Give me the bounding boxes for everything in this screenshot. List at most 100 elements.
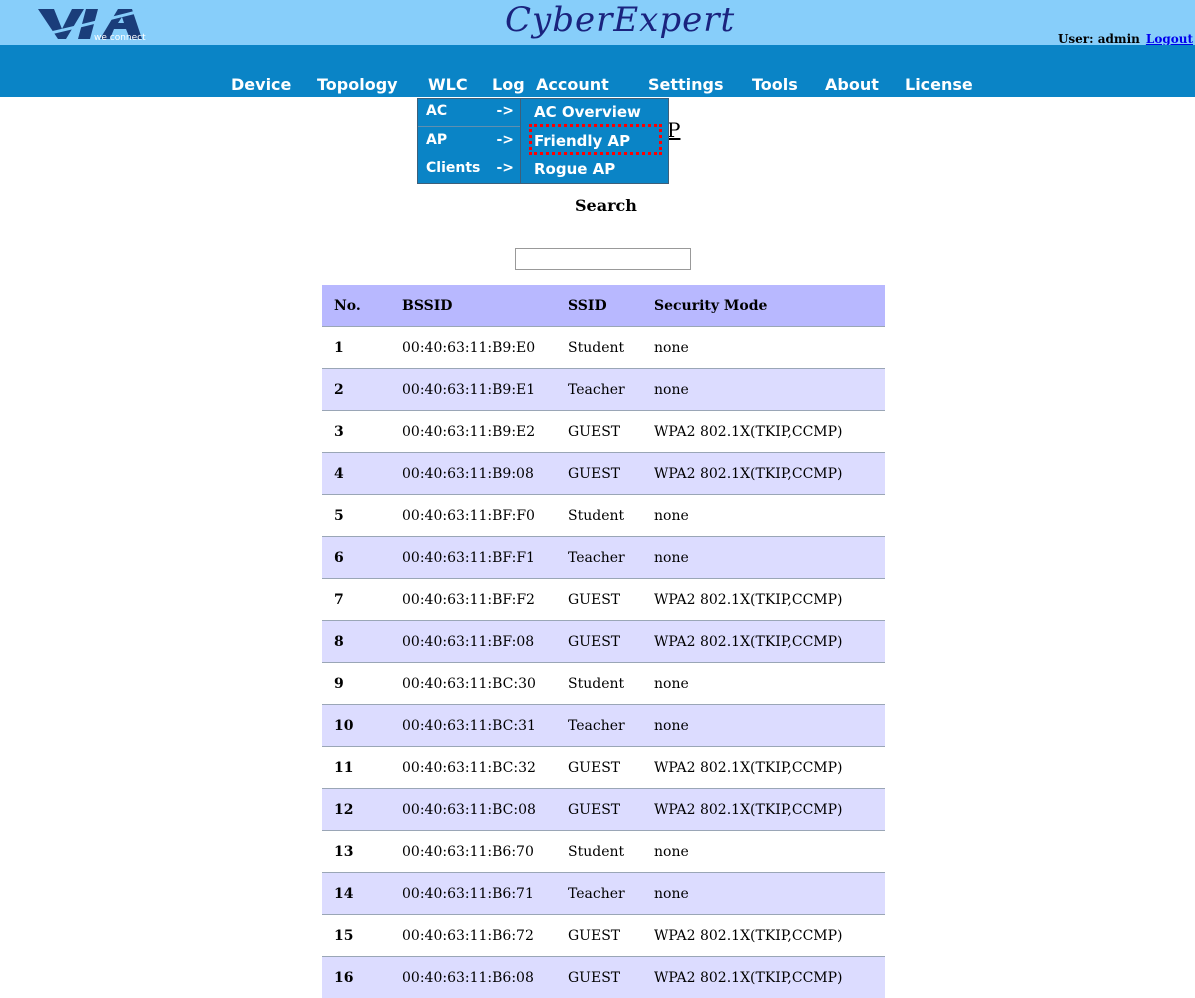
cell-no: 7 bbox=[322, 579, 402, 621]
cell-bssid: 00:40:63:11:BC:32 bbox=[402, 747, 568, 789]
menu-item-ap-label: AP bbox=[426, 132, 447, 148]
cell-ssid: GUEST bbox=[568, 789, 654, 831]
cell-security-mode: WPA2 802.1X(TKIP,CCMP) bbox=[654, 747, 885, 789]
cell-no: 6 bbox=[322, 537, 402, 579]
cell-ssid: Teacher bbox=[568, 873, 654, 915]
menu-item-clients[interactable]: Clients -> bbox=[426, 160, 518, 176]
table-row[interactable]: 1200:40:63:11:BC:08GUESTWPA2 802.1X(TKIP… bbox=[322, 789, 885, 831]
table-row[interactable]: 400:40:63:11:B9:08GUESTWPA2 802.1X(TKIP,… bbox=[322, 453, 885, 495]
col-ssid[interactable]: SSID bbox=[568, 285, 654, 327]
cell-bssid: 00:40:63:11:B9:E2 bbox=[402, 411, 568, 453]
cell-security-mode: none bbox=[654, 495, 885, 537]
cell-no: 2 bbox=[322, 369, 402, 411]
cell-ssid: GUEST bbox=[568, 621, 654, 663]
cell-security-mode: WPA2 802.1X(TKIP,CCMP) bbox=[654, 579, 885, 621]
table-row[interactable]: 1300:40:63:11:B6:70Studentnone bbox=[322, 831, 885, 873]
cell-security-mode: none bbox=[654, 369, 885, 411]
cell-security-mode: none bbox=[654, 327, 885, 369]
cell-ssid: Teacher bbox=[568, 705, 654, 747]
cell-bssid: 00:40:63:11:B6:71 bbox=[402, 873, 568, 915]
user-text: User: admin bbox=[1058, 32, 1140, 46]
cell-ssid: GUEST bbox=[568, 747, 654, 789]
table-row[interactable]: 600:40:63:11:BF:F1Teachernone bbox=[322, 537, 885, 579]
menu-item-ac-label: AC bbox=[426, 103, 447, 119]
cell-no: 9 bbox=[322, 663, 402, 705]
user-info: User: admin Logout bbox=[1058, 32, 1193, 46]
cell-security-mode: WPA2 802.1X(TKIP,CCMP) bbox=[654, 957, 885, 998]
cell-security-mode: WPA2 802.1X(TKIP,CCMP) bbox=[654, 453, 885, 495]
cell-security-mode: none bbox=[654, 663, 885, 705]
cell-no: 5 bbox=[322, 495, 402, 537]
friendly-ap-table: No. BSSID SSID Security Mode 100:40:63:1… bbox=[322, 285, 885, 998]
cell-bssid: 00:40:63:11:BC:31 bbox=[402, 705, 568, 747]
table-row[interactable]: 800:40:63:11:BF:08GUESTWPA2 802.1X(TKIP,… bbox=[322, 621, 885, 663]
cell-ssid: GUEST bbox=[568, 579, 654, 621]
nav-about[interactable]: About bbox=[825, 75, 879, 95]
cell-security-mode: WPA2 802.1X(TKIP,CCMP) bbox=[654, 621, 885, 663]
table-row[interactable]: 500:40:63:11:BF:F0Studentnone bbox=[322, 495, 885, 537]
nav-topology[interactable]: Topology bbox=[317, 75, 398, 95]
nav-wlc[interactable]: WLC bbox=[428, 75, 468, 95]
table-row[interactable]: 100:40:63:11:B9:E0Studentnone bbox=[322, 327, 885, 369]
cell-bssid: 00:40:63:11:B6:70 bbox=[402, 831, 568, 873]
cell-ssid: Student bbox=[568, 663, 654, 705]
submenu-rogue-ap[interactable]: Rogue AP bbox=[534, 160, 615, 178]
page-title-partial: P bbox=[667, 118, 680, 142]
table-row[interactable]: 1000:40:63:11:BC:31Teachernone bbox=[322, 705, 885, 747]
table-header-row: No. BSSID SSID Security Mode bbox=[322, 285, 885, 327]
table-row[interactable]: 1100:40:63:11:BC:32GUESTWPA2 802.1X(TKIP… bbox=[322, 747, 885, 789]
cell-ssid: Student bbox=[568, 831, 654, 873]
cell-ssid: GUEST bbox=[568, 915, 654, 957]
nav-license[interactable]: License bbox=[905, 75, 973, 95]
cell-bssid: 00:40:63:11:B6:72 bbox=[402, 915, 568, 957]
menu-item-ac[interactable]: AC -> bbox=[426, 103, 518, 119]
cell-bssid: 00:40:63:11:BF:F2 bbox=[402, 579, 568, 621]
col-no[interactable]: No. bbox=[322, 285, 402, 327]
col-bssid[interactable]: BSSID bbox=[402, 285, 568, 327]
logo-tagline: we connect bbox=[94, 33, 146, 41]
cell-security-mode: none bbox=[654, 705, 885, 747]
cell-security-mode: none bbox=[654, 537, 885, 579]
table-row[interactable]: 300:40:63:11:B9:E2GUESTWPA2 802.1X(TKIP,… bbox=[322, 411, 885, 453]
logout-link[interactable]: Logout bbox=[1146, 32, 1193, 46]
col-security-mode[interactable]: Security Mode bbox=[654, 285, 885, 327]
arrow-right-icon: -> bbox=[496, 132, 514, 148]
cell-bssid: 00:40:63:11:BF:F1 bbox=[402, 537, 568, 579]
nav-settings[interactable]: Settings bbox=[648, 75, 724, 95]
nav-device[interactable]: Device bbox=[231, 75, 291, 95]
cell-ssid: Student bbox=[568, 495, 654, 537]
nav-tools[interactable]: Tools bbox=[752, 75, 798, 95]
selection-highlight bbox=[529, 124, 662, 155]
table-row[interactable]: 900:40:63:11:BC:30Studentnone bbox=[322, 663, 885, 705]
cell-security-mode: WPA2 802.1X(TKIP,CCMP) bbox=[654, 411, 885, 453]
cell-bssid: 00:40:63:11:B9:E1 bbox=[402, 369, 568, 411]
cell-ssid: GUEST bbox=[568, 957, 654, 998]
brand-title: CyberExpert bbox=[505, 0, 735, 40]
via-logo: we connect bbox=[38, 5, 150, 41]
search-input[interactable] bbox=[515, 248, 691, 270]
cell-no: 11 bbox=[322, 747, 402, 789]
arrow-right-icon: -> bbox=[496, 160, 514, 176]
table-row[interactable]: 1600:40:63:11:B6:08GUESTWPA2 802.1X(TKIP… bbox=[322, 957, 885, 998]
nav-account[interactable]: Account bbox=[536, 75, 609, 95]
menu-item-ap[interactable]: AP -> bbox=[426, 132, 518, 148]
cell-bssid: 00:40:63:11:B9:08 bbox=[402, 453, 568, 495]
cell-bssid: 00:40:63:11:BC:08 bbox=[402, 789, 568, 831]
nav-log[interactable]: Log bbox=[492, 75, 525, 95]
table-row[interactable]: 1500:40:63:11:B6:72GUESTWPA2 802.1X(TKIP… bbox=[322, 915, 885, 957]
divider bbox=[418, 126, 520, 127]
table-row[interactable]: 700:40:63:11:BF:F2GUESTWPA2 802.1X(TKIP,… bbox=[322, 579, 885, 621]
cell-no: 10 bbox=[322, 705, 402, 747]
cell-no: 8 bbox=[322, 621, 402, 663]
cell-no: 1 bbox=[322, 327, 402, 369]
table-row[interactable]: 1400:40:63:11:B6:71Teachernone bbox=[322, 873, 885, 915]
cell-ssid: GUEST bbox=[568, 453, 654, 495]
cell-ssid: Teacher bbox=[568, 369, 654, 411]
top-header: we connect CyberExpert User: admin Logout bbox=[0, 0, 1195, 45]
submenu-ac-overview[interactable]: AC Overview bbox=[534, 103, 641, 121]
table-row[interactable]: 200:40:63:11:B9:E1Teachernone bbox=[322, 369, 885, 411]
cell-ssid: GUEST bbox=[568, 411, 654, 453]
cell-bssid: 00:40:63:11:BF:F0 bbox=[402, 495, 568, 537]
cell-security-mode: WPA2 802.1X(TKIP,CCMP) bbox=[654, 789, 885, 831]
cell-no: 16 bbox=[322, 957, 402, 998]
